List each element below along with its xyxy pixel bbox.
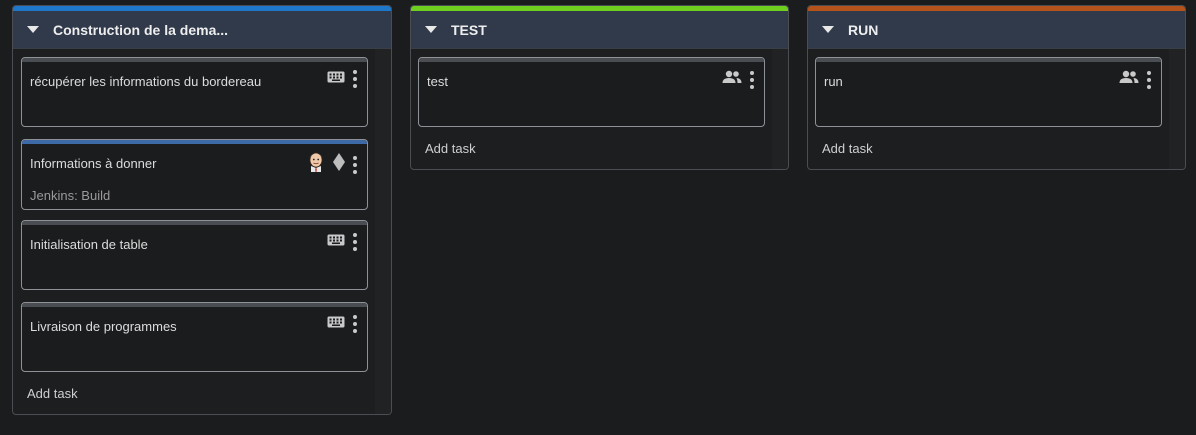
scrollbar[interactable]: [1169, 49, 1185, 169]
task-card[interactable]: run: [815, 57, 1162, 127]
column-header[interactable]: RUN: [808, 11, 1185, 49]
collapse-caret-icon[interactable]: [27, 26, 39, 33]
card-stripe: [22, 140, 367, 144]
card-stripe: [816, 58, 1161, 62]
card-menu-icon[interactable]: [1147, 70, 1151, 89]
task-name: run: [824, 74, 843, 89]
add-task-button[interactable]: Add task: [27, 386, 78, 401]
task-card[interactable]: Informations à donner Jenkins: Build: [21, 139, 368, 210]
task-card[interactable]: Initialisation de table: [21, 220, 368, 290]
column-title: Construction de la dema...: [53, 21, 229, 38]
collapse-caret-icon[interactable]: [822, 26, 834, 33]
add-task-button[interactable]: Add task: [822, 141, 873, 156]
column-body: test Add task: [411, 49, 788, 169]
card-menu-icon[interactable]: [353, 70, 357, 88]
card-menu-icon[interactable]: [750, 70, 754, 89]
card-stripe: [22, 303, 367, 307]
column-test: TEST test Add task: [410, 5, 789, 170]
task-subtitle: Jenkins: Build: [30, 188, 111, 203]
scrollbar[interactable]: [772, 49, 788, 169]
task-name: Livraison de programmes: [30, 319, 177, 334]
task-card[interactable]: Livraison de programmes: [21, 302, 368, 372]
card-menu-icon[interactable]: [353, 155, 357, 174]
task-card[interactable]: récupérer les informations du bordereau: [21, 57, 368, 127]
jenkins-icon: [307, 152, 325, 177]
keyboard-icon: [327, 315, 345, 333]
task-name: test: [427, 74, 448, 89]
users-icon: [722, 70, 742, 89]
column-body: run Add task: [808, 49, 1185, 169]
collapse-caret-icon[interactable]: [425, 26, 437, 33]
add-task-button[interactable]: Add task: [425, 141, 476, 156]
column-title: RUN: [848, 21, 879, 38]
task-card[interactable]: test: [418, 57, 765, 127]
keyboard-icon: [327, 70, 345, 88]
task-name: Informations à donner: [30, 156, 157, 171]
users-icon: [1119, 70, 1139, 89]
kanban-board: Construction de la dema... récupérer les…: [0, 0, 1196, 435]
git-icon: [333, 153, 345, 176]
task-name: Initialisation de table: [30, 237, 148, 252]
column-header[interactable]: Construction de la dema...: [13, 11, 391, 49]
card-menu-icon[interactable]: [353, 233, 357, 251]
column-body: récupérer les informations du bordereau …: [13, 49, 391, 414]
task-name: récupérer les informations du bordereau: [30, 74, 262, 89]
card-stripe: [419, 58, 764, 62]
column-run: RUN run Add task: [807, 5, 1186, 170]
column-title: TEST: [451, 21, 487, 38]
keyboard-icon: [327, 233, 345, 251]
card-stripe: [22, 58, 367, 62]
column-header[interactable]: TEST: [411, 11, 788, 49]
column-construction: Construction de la dema... récupérer les…: [12, 5, 392, 415]
scrollbar[interactable]: [375, 49, 391, 414]
card-menu-icon[interactable]: [353, 315, 357, 333]
card-stripe: [22, 221, 367, 225]
